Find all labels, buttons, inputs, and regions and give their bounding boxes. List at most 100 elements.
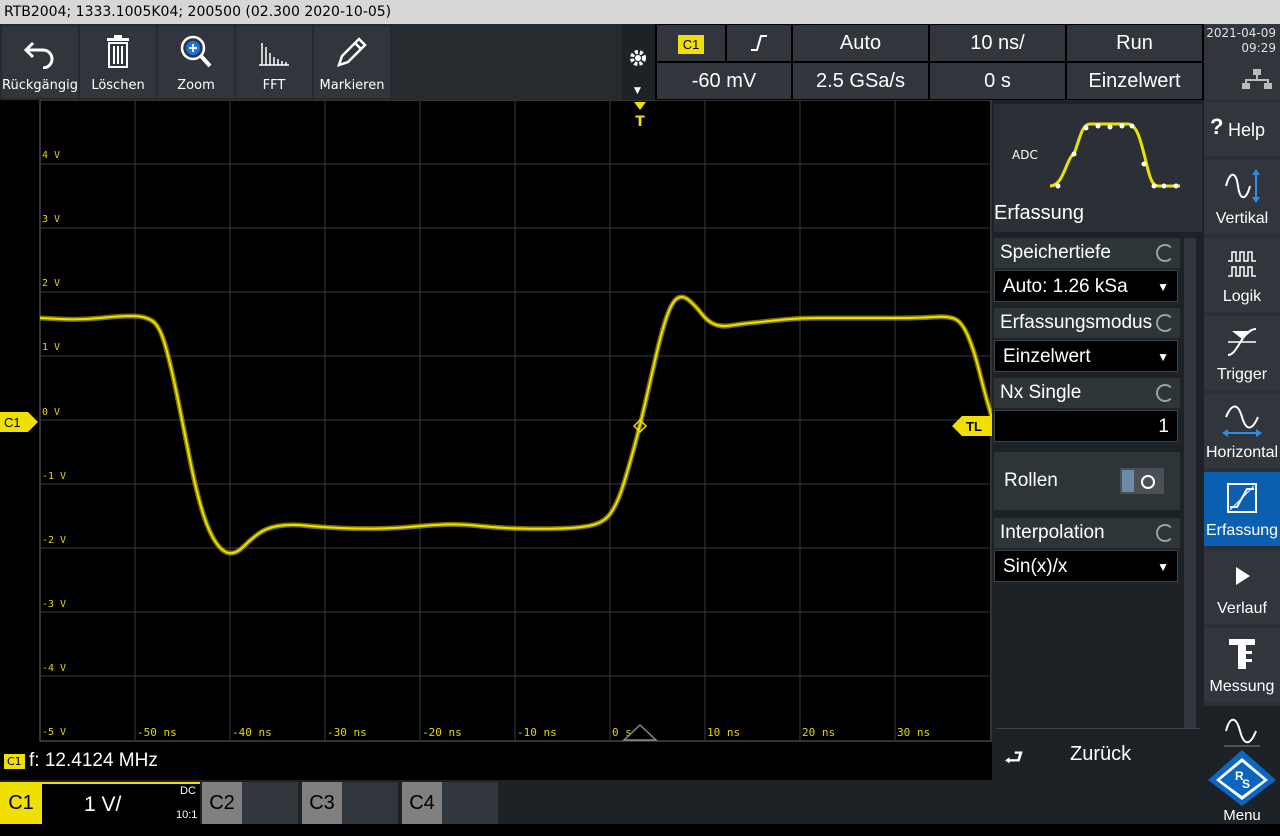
trigger-mode[interactable]: Auto <box>793 25 928 61</box>
memory-depth-value: Auto: 1.26 kSa <box>1003 276 1128 297</box>
acquisition-icon <box>1204 478 1280 518</box>
measure-icon <box>1204 634 1280 674</box>
menu-label: Menu <box>1223 807 1261 824</box>
sidebar-item-measure[interactable]: Messung <box>1204 628 1280 702</box>
channel-c3-tab[interactable]: C3 <box>302 782 342 824</box>
fft-label: FFT <box>262 78 286 93</box>
channel-c2-tab[interactable]: C2 <box>202 782 242 824</box>
waveform-display[interactable]: 4 V 3 V 2 V 1 V 0 V -1 V -2 V -3 V -4 V -5 V -50 … <box>0 99 995 744</box>
help-label: Help <box>1228 120 1266 140</box>
reset-icon[interactable] <box>1156 384 1174 402</box>
run-state[interactable]: Run <box>1067 25 1202 61</box>
waveform-icon <box>1222 714 1262 753</box>
y-tick-label: -1 V <box>42 471 66 482</box>
zoom-button[interactable]: Zoom <box>158 26 234 98</box>
zoom-icon <box>158 32 234 72</box>
channel-c1-tab[interactable]: C1 <box>0 782 42 824</box>
acq-mode-value: Einzelwert <box>1003 346 1091 367</box>
sidebar-item-trigger[interactable]: Trigger <box>1204 316 1280 390</box>
network-icon <box>1242 68 1272 93</box>
reset-icon[interactable] <box>1156 314 1174 332</box>
time: 09:29 <box>1241 41 1276 55</box>
memory-depth-label-text: Speichertiefe <box>1000 242 1111 263</box>
channel-c3-settings[interactable] <box>342 782 398 824</box>
channel-c2-settings[interactable] <box>242 782 298 824</box>
trigger-offset[interactable]: 0 s <box>930 63 1065 99</box>
nx-single-input[interactable]: 1 <box>994 410 1178 442</box>
trigger-marker-label: T <box>635 114 645 130</box>
gear-icon <box>628 48 648 72</box>
acq-mode-select[interactable]: Einzelwert ▼ <box>994 340 1178 372</box>
menu-icon: RS <box>1208 750 1276 811</box>
trigger-slope[interactable] <box>727 25 791 61</box>
toggle-thumb <box>1122 470 1134 492</box>
y-tick-label: -5 V <box>42 727 66 738</box>
undo-button[interactable]: Rückgängig <box>2 26 78 98</box>
channel-c4-settings[interactable] <box>442 782 498 824</box>
memory-depth-select[interactable]: Auto: 1.26 kSa ▼ <box>994 270 1178 302</box>
adc-illustration: ADC Erfassung <box>994 104 1202 232</box>
sidebar-item-vertical[interactable]: Vertikal <box>1204 160 1280 234</box>
adc-label: ADC <box>1012 148 1038 162</box>
reset-icon[interactable] <box>1156 244 1174 262</box>
memory-depth-label: Speichertiefe <box>994 238 1180 268</box>
trigger-source[interactable]: C1 <box>657 25 725 61</box>
svg-text:S: S <box>1242 777 1250 791</box>
sidebar-item-logic[interactable]: Logik <box>1204 238 1280 312</box>
zoom-label: Zoom <box>177 78 215 93</box>
rollen-toggle[interactable] <box>1120 468 1164 494</box>
reset-icon[interactable] <box>1156 524 1174 542</box>
channel-c1-settings[interactable]: 1 V/ DC 10:1 <box>42 782 200 824</box>
measurement-bar: C1 f: 12.4124 MHz <box>0 744 992 780</box>
sidebar-item-acquisition[interactable]: Erfassung <box>1204 472 1280 546</box>
horizontal-label: Horizontal <box>1205 444 1279 461</box>
channel-offset-marker[interactable]: C1 <box>0 412 38 432</box>
x-tick-label: 0 s <box>612 726 632 739</box>
interpolation-select[interactable]: Sin(x)/x ▼ <box>994 550 1178 582</box>
sidebar-item-horizontal[interactable]: Horizontal <box>1204 394 1280 468</box>
toggle-off-icon <box>1141 475 1155 489</box>
panel-title: Erfassung <box>994 202 1085 224</box>
interpolation-value: Sin(x)/x <box>1003 556 1068 577</box>
rising-edge-icon <box>751 35 767 51</box>
chevron-down-icon: ▼ <box>1157 350 1169 364</box>
date: 2021-04-09 <box>1206 26 1276 40</box>
mark-label: Markieren <box>319 78 385 93</box>
panel-scrollbar[interactable] <box>1184 238 1196 728</box>
trigger-level[interactable]: -60 mV <box>657 63 791 99</box>
timebase[interactable]: 10 ns/ <box>930 25 1065 61</box>
sidebar-item-menu[interactable]: RS Menu <box>1204 706 1280 824</box>
trigger-icon <box>1204 322 1280 362</box>
help-icon: ? <box>1210 114 1224 139</box>
c1-scale: 1 V/ <box>84 793 122 816</box>
acq-mode-label-text: Erfassungsmodus <box>1000 312 1153 333</box>
back-button[interactable]: ⮐ Zurück <box>996 728 1200 781</box>
freq-channel-badge: C1 <box>4 754 25 769</box>
acquisition-mode[interactable]: Einzelwert <box>1067 63 1202 99</box>
chevron-down-icon: ▼ <box>1157 560 1169 574</box>
rollen-row: Rollen <box>994 452 1180 510</box>
delete-button[interactable]: Löschen <box>80 26 156 98</box>
title-bar: RTB2004; 1333.1005K04; 200500 (02.300 20… <box>0 0 1280 24</box>
channel-c4-tab[interactable]: C4 <box>402 782 442 824</box>
y-tick-label: -4 V <box>42 663 66 674</box>
pen-icon <box>314 32 390 72</box>
trigger-level-marker-label: TL <box>966 419 982 434</box>
rollen-label: Rollen <box>1004 470 1058 491</box>
x-tick-label: 20 ns <box>802 726 835 739</box>
vertical-label: Vertikal <box>1215 210 1269 227</box>
settings-button[interactable]: ▼ <box>622 24 655 100</box>
y-tick-label: 3 V <box>42 214 60 225</box>
help-button[interactable]: ? Help <box>1204 102 1280 156</box>
fft-icon <box>236 32 312 72</box>
fft-button[interactable]: FFT <box>236 26 312 98</box>
channel-marker-label: C1 <box>4 415 21 430</box>
y-tick-label: -2 V <box>42 535 66 546</box>
x-tick-label: 10 ns <box>707 726 740 739</box>
sidebar-item-history[interactable]: Verlauf <box>1204 550 1280 624</box>
y-tick-label: -3 V <box>42 599 66 610</box>
sample-rate: 2.5 GSa/s <box>793 63 928 99</box>
back-arrow-icon: ⮐ <box>1004 746 1024 771</box>
trigger-label: Trigger <box>1216 366 1268 383</box>
mark-button[interactable]: Markieren <box>314 26 390 98</box>
